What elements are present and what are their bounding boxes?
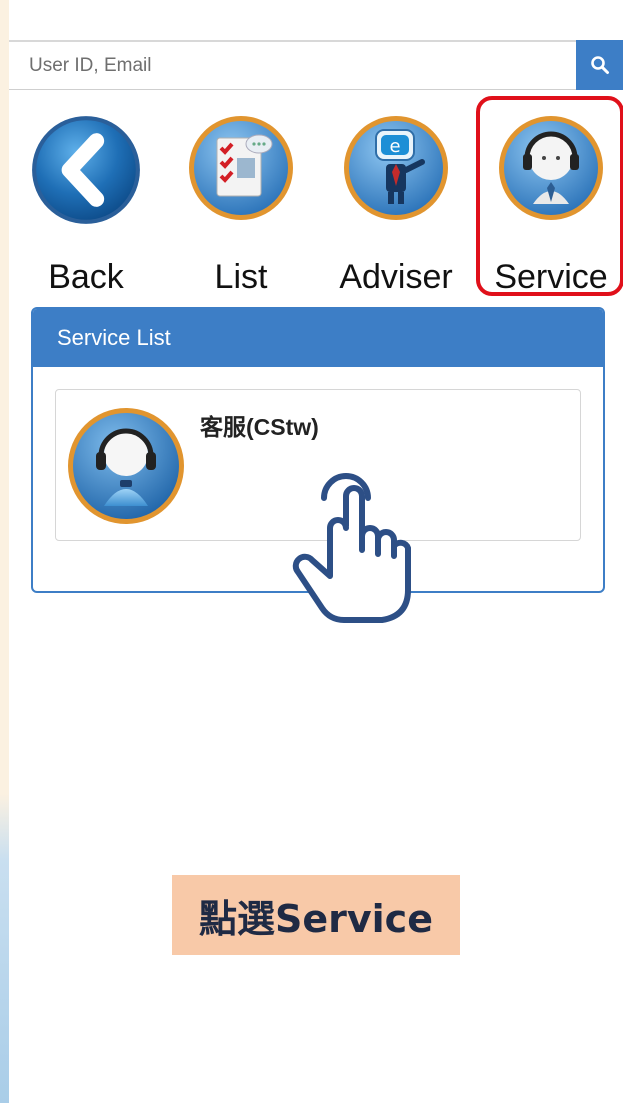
adviser-robot-icon: e [344, 116, 448, 220]
instruction-caption: 點選Service [172, 875, 460, 955]
svg-text:e: e [389, 136, 400, 157]
nav-label-adviser: Adviser [339, 258, 453, 296]
tap-hand-icon [292, 473, 411, 623]
selection-highlight [476, 96, 623, 296]
search-icon [590, 56, 609, 74]
service-name: 客服(CStw) [200, 414, 319, 440]
search-button[interactable] [576, 40, 623, 90]
back-arrow-icon [32, 116, 140, 224]
nav-item-adviser[interactable]: e Adviser [331, 110, 461, 300]
checklist-icon [189, 116, 293, 220]
headset-agent-icon [68, 408, 184, 524]
nav-label-back: Back [48, 258, 124, 296]
nav-item-back[interactable]: Back [21, 110, 151, 300]
nav-label-list: List [214, 258, 268, 296]
search-bar [9, 40, 623, 90]
nav-item-list[interactable]: List [176, 110, 306, 300]
panel-title: Service List [33, 309, 603, 367]
phone-screen: Back [9, 0, 623, 1103]
search-input[interactable] [9, 42, 569, 89]
